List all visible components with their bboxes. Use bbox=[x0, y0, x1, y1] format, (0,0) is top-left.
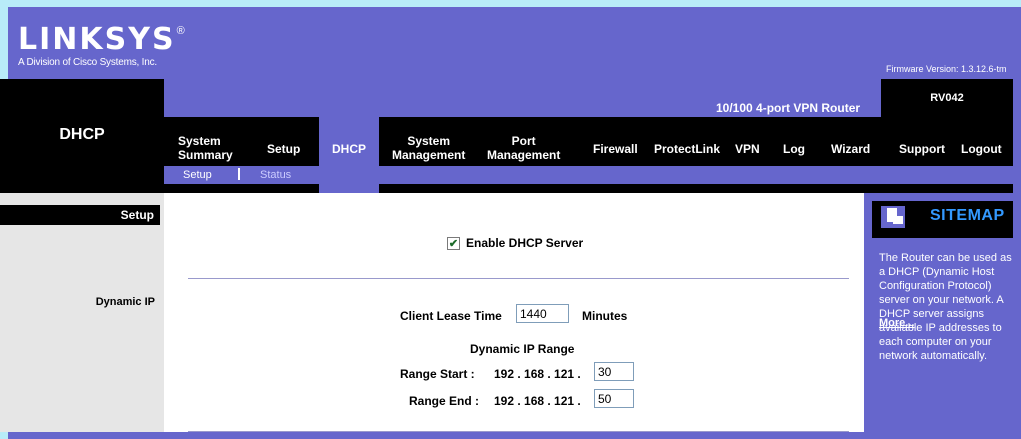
subtab-divider bbox=[238, 168, 240, 180]
tab-label-line: Management bbox=[487, 148, 561, 162]
client-lease-label: Client Lease Time bbox=[400, 309, 502, 323]
product-name: 10/100 4-port VPN Router bbox=[716, 101, 861, 115]
left-label-dynamic-ip: Dynamic IP bbox=[95, 296, 155, 308]
tab-firewall[interactable]: Firewall bbox=[593, 142, 638, 156]
header-bar: LINKSYS® A Division of Cisco Systems, In… bbox=[8, 7, 1021, 86]
linksys-logo: LINKSYS® A Division of Cisco Systems, In… bbox=[18, 25, 185, 69]
sitemap-title: SITEMAP bbox=[930, 207, 1005, 224]
firmware-version: Firmware Version: 1.3.12.6-tm bbox=[886, 64, 1007, 74]
client-lease-input[interactable] bbox=[516, 304, 569, 323]
tab-label-line: System bbox=[178, 134, 221, 148]
tab-label-line: System bbox=[407, 134, 451, 148]
divider bbox=[188, 278, 849, 279]
registered-mark: ® bbox=[176, 25, 185, 37]
section-title: DHCP bbox=[59, 126, 105, 143]
tab-protectlink[interactable]: ProtectLink bbox=[654, 142, 720, 156]
enable-dhcp-checkbox[interactable]: ✔ bbox=[447, 236, 460, 250]
product-model: RV042 bbox=[881, 79, 1013, 117]
tab-label-line: Summary bbox=[178, 148, 233, 162]
left-section-setup: Setup bbox=[0, 205, 160, 225]
brand-name: LINKSYS bbox=[18, 22, 176, 57]
tab-vpn[interactable]: VPN bbox=[735, 142, 760, 156]
range-start-input[interactable] bbox=[594, 362, 634, 381]
range-end-label: Range End : bbox=[409, 394, 480, 408]
tab-port-management[interactable]: Port Management bbox=[487, 134, 560, 162]
subtab-setup[interactable]: Setup bbox=[183, 169, 212, 181]
range-end-input[interactable] bbox=[594, 389, 634, 408]
subtab-status[interactable]: Status bbox=[260, 169, 291, 181]
left-label-column bbox=[0, 193, 164, 432]
tab-system-management[interactable]: System Management bbox=[392, 134, 465, 162]
range-end-prefix: 192 . 168 . 121 . bbox=[494, 394, 581, 408]
tab-label-line: Port bbox=[511, 134, 536, 148]
enable-dhcp-row: ✔ Enable DHCP Server bbox=[447, 236, 583, 250]
tab-support[interactable]: Support bbox=[899, 142, 945, 156]
sitemap-icon bbox=[881, 206, 905, 228]
tab-label-line: Management bbox=[392, 148, 466, 162]
tab-wizard[interactable]: Wizard bbox=[831, 142, 870, 156]
range-start-prefix: 192 . 168 . 121 . bbox=[494, 367, 581, 381]
more-link[interactable]: More... bbox=[879, 317, 914, 329]
tab-dhcp[interactable]: DHCP bbox=[332, 142, 366, 156]
range-start-label: Range Start : bbox=[400, 367, 475, 381]
tab-log[interactable]: Log bbox=[783, 142, 805, 156]
tab-setup[interactable]: Setup bbox=[267, 142, 300, 156]
dynamic-range-label: Dynamic IP Range bbox=[470, 342, 575, 356]
enable-dhcp-label: Enable DHCP Server bbox=[466, 236, 584, 250]
tab-logout[interactable]: Logout bbox=[961, 142, 1002, 156]
brand-division: A Division of Cisco Systems, Inc. bbox=[18, 57, 158, 68]
sitemap-description: The Router can be used as a DHCP (Dynami… bbox=[879, 252, 1012, 362]
divider bbox=[188, 431, 849, 432]
subtab-bar bbox=[164, 166, 1013, 184]
tab-system-summary[interactable]: System Summary bbox=[178, 134, 233, 162]
minutes-label: Minutes bbox=[582, 309, 628, 323]
